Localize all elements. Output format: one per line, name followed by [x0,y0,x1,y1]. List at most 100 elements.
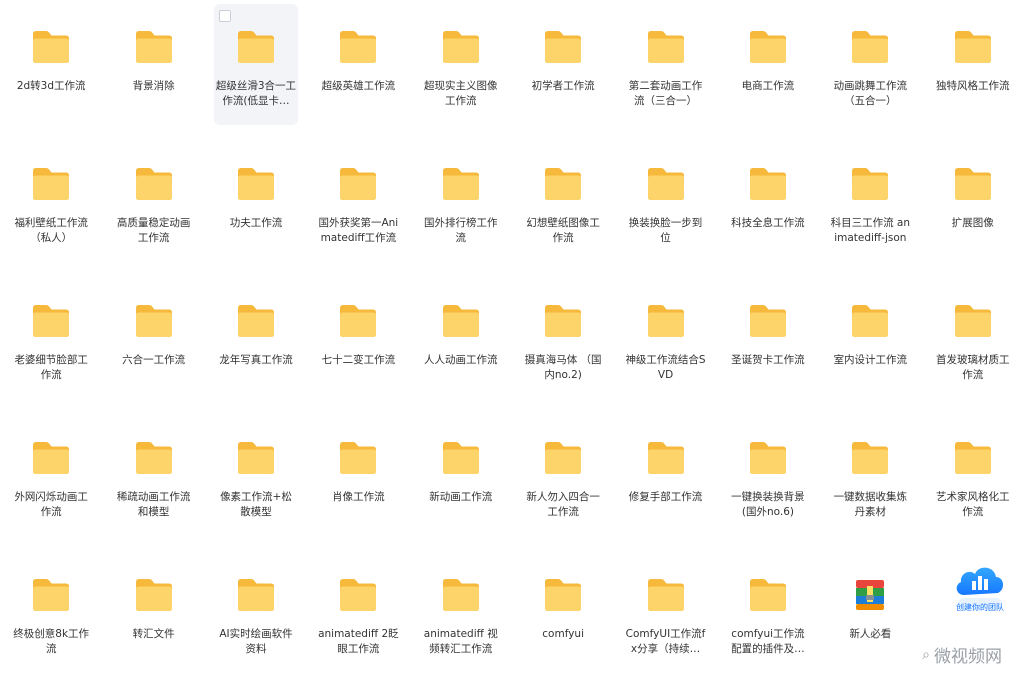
file-item[interactable]: 艺术家风格化工作流 [922,411,1024,548]
file-item[interactable]: animatediff 视频转汇工作流 [410,548,512,685]
file-label: 功夫工作流 [229,217,283,229]
file-item[interactable]: 圣诞贺卡工作流 [717,274,819,411]
folder-icon [953,441,993,475]
select-checkbox[interactable] [218,10,231,22]
file-item[interactable]: 功夫工作流 [205,137,307,274]
file-label: 动画跳舞工作流（五合一） [833,80,908,107]
file-item[interactable]: 六合一工作流 [102,274,204,411]
file-label: 初学者工作流 [531,80,595,92]
folder-icon [134,30,174,64]
file-item[interactable]: ComfyUI工作流fx分享（持续… [614,548,716,685]
file-item[interactable]: 一键数据收集炼丹素材 [819,411,921,548]
folder-icon [646,167,686,201]
file-item[interactable]: 超现实主义图像工作流 [410,0,512,137]
file-label: 老婆细节脸部工作流 [14,354,88,381]
file-label: comfyui [542,628,584,640]
folder-icon [953,30,993,64]
file-item[interactable]: 高质量稳定动画工作流 [102,137,204,274]
folder-icon [748,578,788,612]
file-label: 国外排行榜工作流 [424,217,498,244]
file-label: ComfyUI工作流fx分享（持续… [625,628,706,655]
file-item[interactable]: 国外获奖第一Animatediff工作流 [307,137,409,274]
file-item[interactable]: 神级工作流结合SVD [614,274,716,411]
folder-icon [236,578,276,612]
file-item[interactable]: 外网闪烁动画工作流 [0,411,102,548]
file-item[interactable]: 终极创意8k工作流 [0,548,102,685]
file-item[interactable]: 独特风格工作流 [922,0,1024,137]
file-label: 室内设计工作流 [833,354,908,366]
folder-icon [441,578,481,612]
file-item[interactable]: 电商工作流 [717,0,819,137]
file-item[interactable]: 第二套动画工作流（三合一） [614,0,716,137]
file-item[interactable]: 一键换装换背景(国外no.6) [717,411,819,548]
file-item[interactable]: 室内设计工作流 [819,274,921,411]
file-item[interactable]: 动画跳舞工作流（五合一） [819,0,921,137]
file-item[interactable]: 首发玻璃材质工作流 [922,274,1024,411]
folder-icon [236,167,276,201]
file-label: comfyui工作流配置的插件及… [731,628,805,655]
folder-icon [134,578,174,612]
file-item[interactable]: animatediff 2眨眼工作流 [307,548,409,685]
create-team-badge[interactable]: 创建你的团队 [948,555,1012,619]
file-item[interactable]: 换装换脸一步到位 [614,137,716,274]
file-label: 换装换脸一步到位 [628,217,703,244]
folder-icon [236,441,276,475]
folder-icon [543,167,583,201]
file-item[interactable]: 科技全息工作流 [717,137,819,274]
file-item[interactable]: 像素工作流+松散模型 [205,411,307,548]
file-item[interactable]: 稀疏动画工作流和模型 [102,411,204,548]
file-item[interactable]: 初学者工作流 [512,0,614,137]
file-label: 第二套动画工作流（三合一） [628,80,703,107]
file-item[interactable]: 老婆细节脸部工作流 [0,274,102,411]
file-label: 一键数据收集炼丹素材 [833,491,908,518]
file-item[interactable]: comfyui工作流配置的插件及… [717,548,819,685]
folder-icon [441,304,481,338]
file-label: 转汇文件 [132,628,175,640]
folder-icon [31,30,71,64]
file-item[interactable]: 新动画工作流 [410,411,512,548]
file-label: 像素工作流+松散模型 [220,491,292,518]
file-item[interactable]: 超级英雄工作流 [307,0,409,137]
file-item[interactable]: AI实时绘画软件资料 [205,548,307,685]
file-label: 神级工作流结合SVD [625,354,706,381]
file-grid: 2d转3d工作流 背景消除 超级丝滑3合一工作流(低显卡… 超级英雄工作流 超现实主义图… [0,0,1024,685]
file-item[interactable]: 龙年写真工作流 [205,274,307,411]
file-item[interactable]: 2d转3d工作流 [0,0,102,137]
file-label: 电商工作流 [741,80,795,92]
file-item[interactable]: 新人勿入四合一工作流 [512,411,614,548]
file-item[interactable]: 超级丝滑3合一工作流(低显卡… [205,0,307,137]
file-label: 扩展图像 [951,217,994,229]
file-label: 背景消除 [132,80,175,92]
folder-icon [31,441,71,475]
file-label: 独特风格工作流 [935,80,1010,92]
file-item[interactable]: 扩展图像 [922,137,1024,274]
file-item[interactable]: 转汇文件 [102,548,204,685]
file-item[interactable]: 人人动画工作流 [410,274,512,411]
file-item[interactable]: comfyui [512,548,614,685]
file-label: 超级丝滑3合一工作流(低显卡… [215,80,297,107]
file-item[interactable]: 福利壁纸工作流（私人） [0,137,102,274]
file-label: 修复手部工作流 [628,491,703,503]
file-label: 福利壁纸工作流（私人） [14,217,88,244]
folder-icon [646,304,686,338]
file-item[interactable]: 国外排行榜工作流 [410,137,512,274]
file-item[interactable]: 幻想壁纸图像工作流 [512,137,614,274]
file-item[interactable]: 背景消除 [102,0,204,137]
folder-icon [338,304,378,338]
folder-icon [543,441,583,475]
file-label: 高质量稳定动画工作流 [116,217,191,244]
file-label: 首发玻璃材质工作流 [935,354,1010,381]
folder-icon [134,441,174,475]
file-label: animatediff 视频转汇工作流 [423,628,498,655]
file-item[interactable]: 摄真海马体 （国内no.2) [512,274,614,411]
file-item[interactable]: 七十二变工作流 [307,274,409,411]
folder-icon [646,578,686,612]
watermark-text: 微视频网 [934,647,1002,667]
file-label: 科目三工作流 animatediff-json [830,217,911,244]
file-item[interactable]: 新人必看 [819,548,921,685]
file-item[interactable]: 修复手部工作流 [614,411,716,548]
folder-icon [646,30,686,64]
file-item[interactable]: 肖像工作流 [307,411,409,548]
file-item[interactable]: 科目三工作流 animatediff-json [819,137,921,274]
file-label: 国外获奖第一Animatediff工作流 [318,217,399,244]
